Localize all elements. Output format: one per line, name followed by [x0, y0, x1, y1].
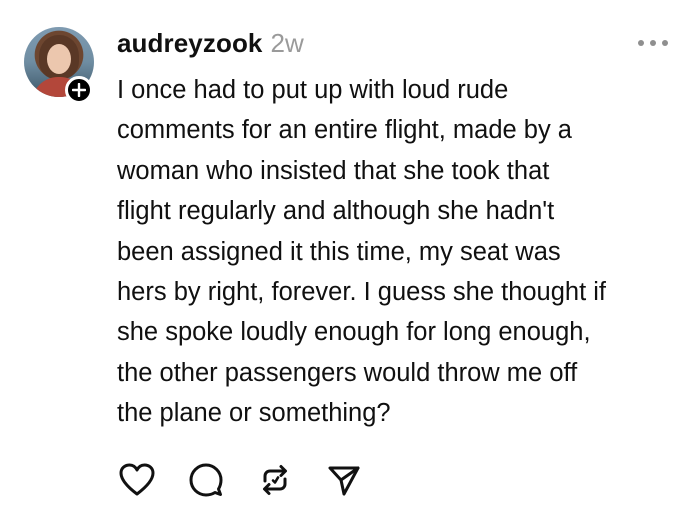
more-horizontal-icon-dot	[638, 40, 644, 46]
username[interactable]: audreyzook	[117, 28, 263, 59]
more-horizontal-icon-dot	[662, 40, 668, 46]
plus-icon	[72, 83, 86, 97]
post-actions	[117, 460, 393, 500]
repost-icon	[263, 465, 287, 495]
share-button[interactable]	[324, 460, 364, 500]
follow-button[interactable]	[65, 76, 93, 104]
avatar-face	[47, 44, 71, 74]
more-options-button[interactable]	[638, 35, 668, 51]
timestamp[interactable]: 2w	[271, 28, 304, 59]
send-icon	[328, 466, 360, 496]
repost-button[interactable]	[255, 460, 295, 500]
post-card: audreyzook 2w I once had to put up with …	[0, 0, 700, 528]
post-header: audreyzook 2w	[117, 28, 304, 64]
more-horizontal-icon-dot	[650, 40, 656, 46]
comment-icon	[189, 463, 223, 497]
like-button[interactable]	[117, 460, 157, 500]
post-text: I once had to put up with loud rude comm…	[117, 76, 607, 428]
heart-icon	[119, 463, 155, 496]
reply-button[interactable]	[186, 460, 226, 500]
